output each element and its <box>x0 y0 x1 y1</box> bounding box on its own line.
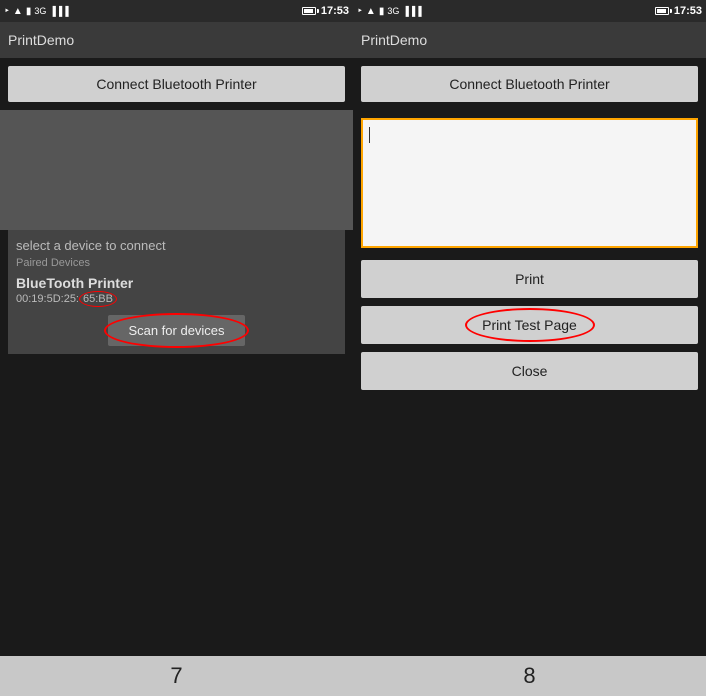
bottom-labels: 7 8 <box>0 656 706 696</box>
bluetooth-icon-8: ‣ <box>357 6 363 17</box>
screen-7: ‣ ▲ ▮ 3G ▐▐▐ 17:53 PrintDemo Connect Blu… <box>0 0 353 656</box>
select-device-prompt: select a device to connect <box>16 238 337 253</box>
status-time-8: 17:53 <box>674 5 702 17</box>
bars-icon-8: ▐▐▐ <box>402 6 421 16</box>
status-time-7: 17:53 <box>321 5 349 17</box>
status-bar-left: ‣ ▲ ▮ 3G ▐▐▐ 17:53 <box>0 0 353 22</box>
scan-btn-container: Scan for devices <box>16 315 337 346</box>
device-address-highlight: 65:BB <box>79 291 117 307</box>
text-cursor <box>369 127 370 143</box>
print-button[interactable]: Print <box>361 260 698 298</box>
app-title-8: PrintDemo <box>361 32 427 48</box>
paired-devices-label: Paired Devices <box>16 257 337 269</box>
3g-icon: 3G <box>34 6 46 16</box>
screens-container: ‣ ▲ ▮ 3G ▐▐▐ 17:53 PrintDemo Connect Blu… <box>0 0 706 656</box>
app-bar-8: PrintDemo <box>353 22 706 58</box>
status-icons-right: ‣ ▲ ▮ 3G ▐▐▐ <box>357 6 421 17</box>
device-list-overlay: select a device to connect Paired Device… <box>8 230 345 354</box>
status-right-8: 17:53 <box>655 5 702 17</box>
screen-label-8: 8 <box>353 663 706 689</box>
status-bar-right: ‣ ▲ ▮ 3G ▐▐▐ 17:53 <box>353 0 706 22</box>
scan-devices-button[interactable]: Scan for devices <box>108 315 244 346</box>
battery-icon-8 <box>655 7 672 15</box>
content-area-7 <box>0 110 353 230</box>
connect-bluetooth-button-8[interactable]: Connect Bluetooth Printer <box>361 66 698 102</box>
screen-label-7: 7 <box>0 663 353 689</box>
wifi-icon-8: ▲ <box>366 6 376 17</box>
3g-icon-8: 3G <box>387 6 399 16</box>
wifi-icon: ▲ <box>13 6 23 17</box>
app-bar-7: PrintDemo <box>0 22 353 58</box>
battery-icon-7 <box>302 7 319 15</box>
print-test-btn-container: Print Test Page <box>361 306 698 344</box>
app-title-7: PrintDemo <box>8 32 74 48</box>
close-button[interactable]: Close <box>361 352 698 390</box>
screen-8: ‣ ▲ ▮ 3G ▐▐▐ 17:53 PrintDemo Connect Blu… <box>353 0 706 656</box>
print-test-page-button[interactable]: Print Test Page <box>361 306 698 344</box>
signal-icon: ▮ <box>26 6 32 17</box>
bars-icon: ▐▐▐ <box>49 6 68 16</box>
device-name: BlueTooth Printer <box>16 275 337 291</box>
bluetooth-icon: ‣ <box>4 6 10 17</box>
signal-icon-8: ▮ <box>379 6 385 17</box>
status-bar-right-7: 17:53 <box>302 5 349 17</box>
status-icons-left: ‣ ▲ ▮ 3G ▐▐▐ <box>4 6 68 17</box>
connect-bluetooth-button-7[interactable]: Connect Bluetooth Printer <box>8 66 345 102</box>
text-input-area[interactable] <box>361 118 698 248</box>
device-address: 00:19:5D:25:65:BB <box>16 291 337 307</box>
